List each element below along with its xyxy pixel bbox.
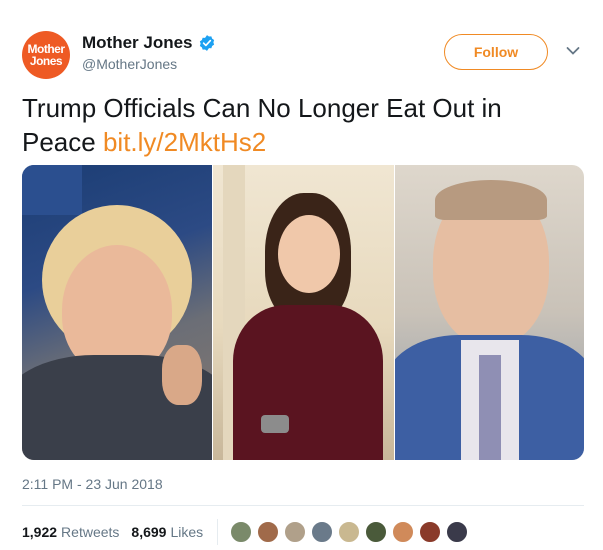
photo-center[interactable] [212, 165, 395, 460]
tweet-text: Trump Officials Can No Longer Eat Out in… [22, 91, 582, 159]
liker-avatar[interactable] [446, 521, 469, 543]
photo-right[interactable] [395, 165, 584, 460]
photo-left[interactable] [22, 165, 212, 460]
liker-avatar[interactable] [419, 521, 442, 543]
follow-button[interactable]: Follow [444, 34, 548, 70]
liker-avatar[interactable] [230, 521, 253, 543]
stats-divider [217, 519, 219, 545]
liker-avatar[interactable] [257, 521, 280, 543]
likes-label[interactable]: Likes [170, 524, 203, 540]
divider [22, 505, 584, 506]
avatar-line-2: Jones [29, 54, 63, 68]
retweets-label[interactable]: Retweets [61, 524, 119, 540]
tweet-media[interactable] [22, 165, 584, 460]
liker-avatar[interactable] [365, 521, 388, 543]
retweets-count[interactable]: 1,922 [22, 524, 57, 540]
tweet-stats: 1,922 Retweets 8,699 Likes [22, 519, 473, 545]
avatar[interactable]: Mother Jones [22, 31, 70, 79]
liker-avatar[interactable] [338, 521, 361, 543]
likers-avatars [230, 521, 473, 543]
liker-avatar[interactable] [392, 521, 415, 543]
liker-avatar[interactable] [284, 521, 307, 543]
liker-avatar[interactable] [311, 521, 334, 543]
name-row: Mother Jones [82, 33, 216, 53]
likes-count[interactable]: 8,699 [131, 524, 166, 540]
display-name[interactable]: Mother Jones [82, 33, 193, 53]
chevron-down-icon[interactable] [566, 46, 580, 56]
tweet-timestamp[interactable]: 2:11 PM - 23 Jun 2018 [22, 476, 163, 492]
tweet-link[interactable]: bit.ly/2MktHs2 [103, 127, 266, 157]
account-handle[interactable]: @MotherJones [82, 56, 177, 72]
verified-badge-icon [199, 35, 214, 51]
